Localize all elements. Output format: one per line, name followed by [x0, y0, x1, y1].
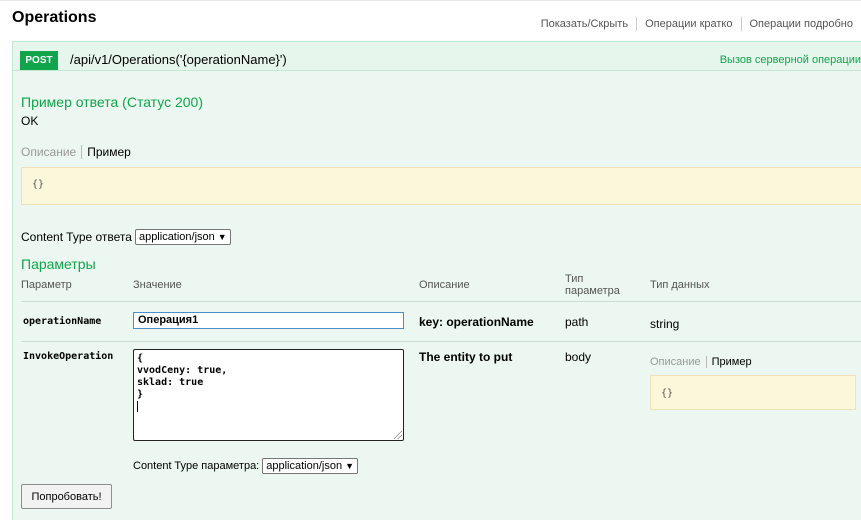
table-divider — [21, 341, 861, 342]
body-textarea-value: { vvodCeny: true, sklad: true } — [137, 353, 228, 400]
resize-handle-icon[interactable] — [394, 431, 402, 439]
param-type-InvokeOperation: body — [565, 350, 592, 364]
response-content-type-select[interactable]: application/json ▼ — [134, 229, 231, 245]
response-content-type-label: Content Type ответа — [21, 230, 132, 244]
response-example-box: {} — [21, 167, 861, 205]
show-hide-link[interactable]: Показать/Скрыть — [533, 18, 636, 30]
param-content-type-select[interactable]: application/json ▼ — [262, 458, 359, 474]
resource-links: Показать/Скрыть Операции кратко Операции… — [533, 17, 861, 31]
operationName-input[interactable]: Операция1 — [133, 312, 404, 329]
datatype-example-code: {} — [661, 388, 674, 399]
operations-brief-link[interactable]: Операции кратко — [637, 18, 740, 30]
chevron-down-icon: ▼ — [217, 232, 227, 242]
param-content-type-row: Content Type параметра: application/json… — [133, 458, 359, 474]
header-data-type: Тип данных — [650, 279, 710, 291]
response-content-type-value: application/json — [138, 231, 215, 243]
try-it-button[interactable]: Попробовать! — [21, 484, 112, 509]
param-datatype-operationName: string — [650, 317, 680, 331]
param-name-operationName: operationName — [23, 316, 102, 327]
parameters-title: Параметры — [21, 256, 96, 272]
operation-path[interactable]: /api/v1/Operations('{operationName}') — [70, 52, 287, 67]
response-example-code: {} — [32, 179, 45, 190]
operation-content: Пример ответа (Статус 200) OK Описание П… — [12, 71, 861, 520]
param-description-operationName: key: operationName — [419, 315, 534, 329]
header-description: Описание — [419, 279, 470, 291]
header-value: Значение — [133, 279, 182, 291]
tab-example[interactable]: Пример — [82, 145, 131, 159]
header-parameter: Параметр — [21, 279, 72, 291]
chevron-down-icon: ▼ — [345, 461, 355, 471]
param-type-operationName: path — [565, 315, 589, 329]
operations-detailed-link[interactable]: Операции подробно — [742, 18, 861, 30]
resource-header: Operations Показать/Скрыть Операции крат… — [0, 0, 861, 41]
operation-summary[interactable]: Вызов серверной операции — [720, 54, 861, 66]
datatype-tab-example[interactable]: Пример — [707, 356, 752, 368]
resource-title[interactable]: Operations — [12, 9, 96, 27]
table-divider — [21, 301, 861, 302]
datatype-example-box: {} — [650, 375, 856, 410]
tab-description[interactable]: Описание — [21, 145, 83, 159]
header-parameter-type: Тип параметра — [565, 273, 620, 297]
response-content-type-row: Content Type ответа application/json ▼ — [21, 229, 231, 245]
param-content-type-label: Content Type параметра: — [133, 460, 260, 472]
response-title: Пример ответа (Статус 200) — [21, 94, 204, 110]
http-method-badge[interactable]: POST — [20, 51, 58, 70]
response-status-text: OK — [21, 114, 39, 128]
text-cursor — [137, 401, 138, 412]
datatype-tab-description[interactable]: Описание — [650, 356, 707, 368]
param-content-type-value: application/json — [266, 460, 343, 472]
operation-header[interactable]: POST /api/v1/Operations('{operationName}… — [12, 41, 861, 71]
param-description-InvokeOperation: The entity to put — [419, 350, 513, 364]
InvokeOperation-body-textarea[interactable]: { vvodCeny: true, sklad: true } — [133, 349, 404, 441]
response-tabs: Описание Пример — [21, 145, 131, 159]
datatype-tabs: Описание Пример — [650, 356, 752, 368]
param-name-InvokeOperation: InvokeOperation — [23, 351, 114, 362]
